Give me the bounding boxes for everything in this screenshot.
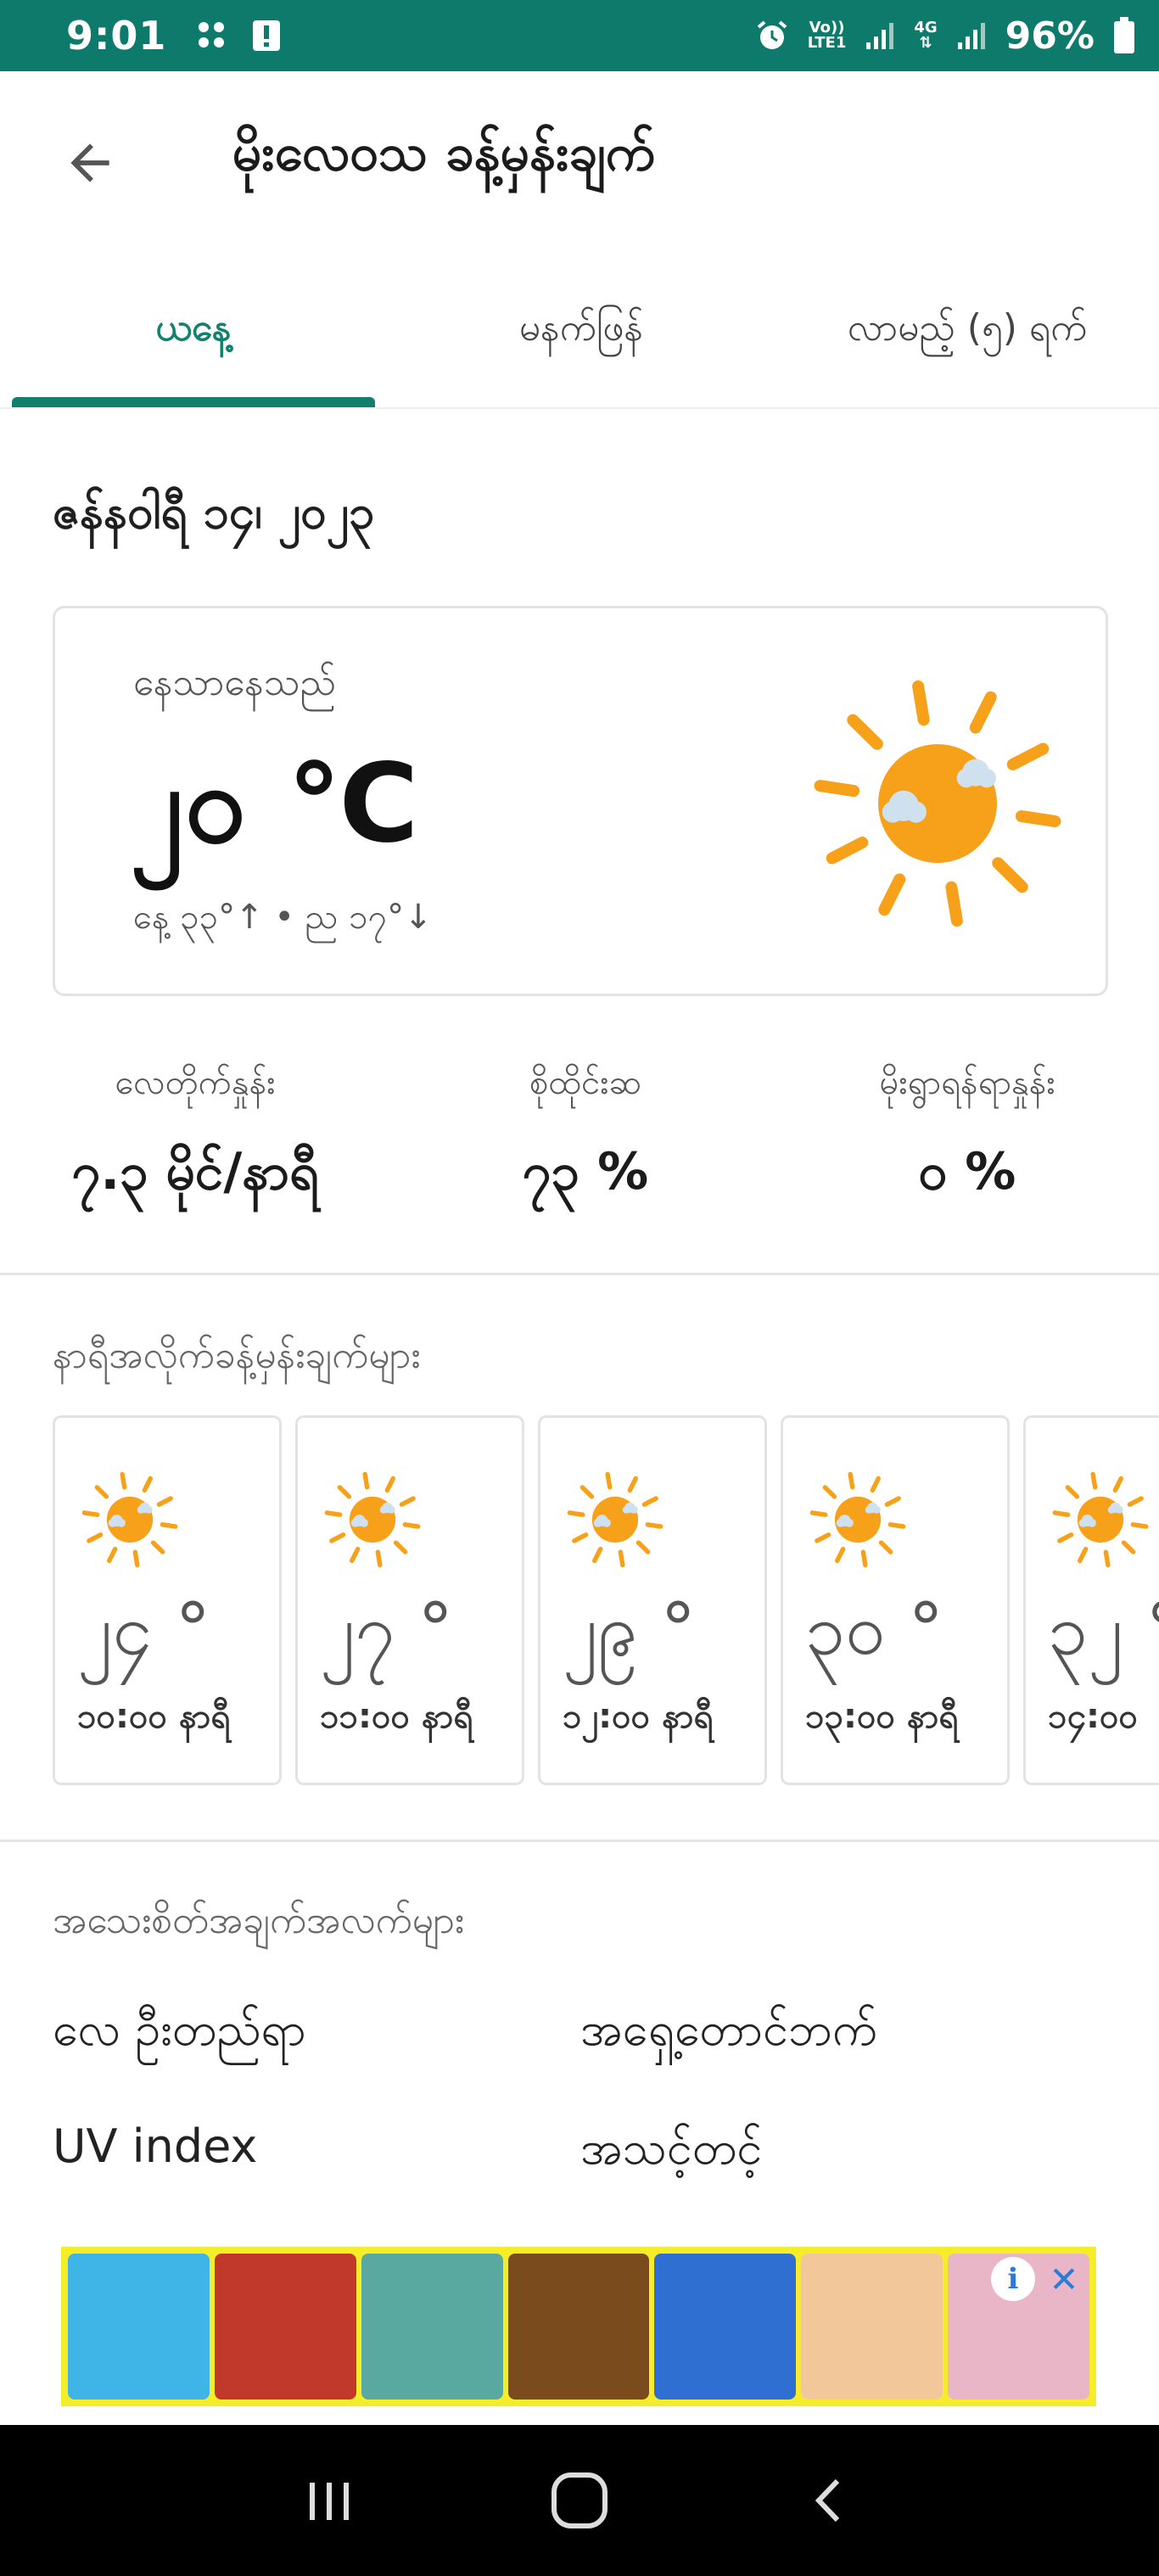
hourly-card[interactable]: ၂၄ ° ၁၀:၀၀ နာရီ <box>53 1415 282 1785</box>
sunny-icon <box>81 1471 178 1568</box>
recent-apps-icon <box>309 2483 349 2520</box>
signal-icon <box>957 23 985 49</box>
hourly-card[interactable]: ၃၀ ° ၁၃:၀၀ နာရီ <box>781 1415 1010 1785</box>
hourly-temperature: ၃၂ ° <box>1048 1588 1159 1671</box>
hourly-time: ၁၀:၀၀ နာရီ <box>77 1697 231 1736</box>
volte-indicator: Vo)) LTE1 <box>807 19 847 52</box>
hourly-temperature: ၂၄ ° <box>77 1588 211 1671</box>
data-type-indicator: 4G ⇅ <box>914 19 938 52</box>
status-time: 9:01 <box>66 13 167 59</box>
hourly-time: ၁၁:၀၀ နာရီ <box>320 1697 473 1736</box>
sunny-icon <box>324 1471 421 1568</box>
hourly-forecast-list[interactable]: ၂၄ ° ၁၀:၀၀ နာရီ ၂၇ ° ၁၁:၀၀ နာရီ ၂၉ ° ၁၂:… <box>53 1415 1159 1785</box>
ad-game-tile[interactable] <box>68 2254 210 2400</box>
active-tab-indicator <box>12 397 375 407</box>
current-weather-card: နေသာနေသည် ၂၀ ℃ နေ့ ၃၃°↑ • ည ၁၇°↓ <box>53 606 1108 996</box>
screen: { "status_bar": { "time": "9:01", "batte… <box>0 0 1159 2576</box>
tab-label: လာမည့် (၅) ရက် <box>847 306 1088 350</box>
battery-percent: 96% <box>1005 14 1095 58</box>
detail-label: လေ ဦးတည်ရာ <box>53 2002 306 2056</box>
sunny-icon <box>814 680 1061 927</box>
back-button[interactable] <box>54 127 126 199</box>
sunny-icon <box>809 1471 906 1568</box>
tab-today[interactable]: ယနေ့ <box>12 255 375 409</box>
weather-condition: နေသာနေသည် <box>133 661 337 704</box>
system-navigation-bar <box>0 2425 1159 2576</box>
stat-humidity: စိုထိုင်းဆ ၇၃ % <box>522 1063 649 1201</box>
status-system-icons: Vo)) LTE1 4G ⇅ 96% <box>755 14 1135 58</box>
alert-notification-icon <box>253 20 281 51</box>
sunny-icon <box>1052 1471 1149 1568</box>
ad-tiles[interactable]: i ✕ <box>68 2254 1090 2400</box>
ad-game-tile[interactable] <box>654 2254 797 2400</box>
detail-value: အသင့်တင့် <box>580 2121 763 2175</box>
alarm-icon <box>757 20 787 49</box>
hourly-time: ၁၂:၀၀ နာရီ <box>563 1697 714 1736</box>
section-divider <box>0 1273 1159 1275</box>
home-icon <box>551 2472 607 2528</box>
tab-tomorrow[interactable]: မနက်ဖြန် <box>390 255 772 409</box>
hourly-temperature: ၃၀ ° <box>805 1588 944 1671</box>
current-temperature: ၂၀ ℃ <box>130 741 421 867</box>
stat-rain-chance: မိုးရွာရန်ရာနှုန်း ၀ % <box>879 1063 1055 1201</box>
hourly-time: ၁၄:၀၀ <box>1048 1697 1138 1736</box>
sunny-icon <box>567 1471 663 1568</box>
app-bar: မိုးလေဝသ ခန့်မှန်းချက် <box>0 71 1159 249</box>
ad-game-tile[interactable] <box>361 2254 503 2400</box>
arrow-back-icon <box>70 143 109 182</box>
ad-game-tile[interactable] <box>507 2254 650 2400</box>
section-divider <box>0 1840 1159 1842</box>
detail-value: အရှေ့တောင်ဘက် <box>580 2002 877 2056</box>
hourly-card[interactable]: ၃၂ ° ၁၄:၀၀ <box>1023 1415 1159 1785</box>
signal-icon <box>866 23 894 49</box>
detail-row-wind-direction: လေ ဦးတည်ရာ အရှေ့တောင်ဘက် <box>53 2001 1122 2077</box>
weather-stats: လေတိုက်နှုန်း ၇.၃ မိုင်/နာရီ စိုထိုင်းဆ … <box>0 1061 1159 1273</box>
status-bar: 9:01 Vo)) LTE1 4G ⇅ 96% <box>0 0 1159 71</box>
status-notification-icons <box>195 19 282 53</box>
hourly-temperature: ၂၉ ° <box>563 1588 697 1671</box>
ad-game-tile[interactable] <box>214 2254 356 2400</box>
tab-label: မနက်ဖြန် <box>518 306 644 350</box>
ad-banner[interactable]: i ✕ <box>61 2247 1096 2406</box>
tab-label: ယနေ့ <box>155 306 232 350</box>
hourly-card[interactable]: ၂၇ ° ၁၁:၀၀ နာရီ <box>295 1415 524 1785</box>
recent-apps-button[interactable] <box>283 2454 376 2547</box>
ad-game-tile[interactable] <box>801 2254 943 2400</box>
hourly-time: ၁၃:၀၀ နာရီ <box>805 1697 959 1736</box>
grid-notification-icon <box>199 22 225 48</box>
forecast-date: ဇန်နဝါရီ ၁၄၊ ၂၀၂၃ <box>53 485 375 539</box>
tab-next-5-days[interactable]: လာမည့် (၅) ရက် <box>789 255 1145 409</box>
hourly-card[interactable]: ၂၉ ° ၁၂:၀၀ နာရီ <box>538 1415 767 1785</box>
tab-bar: ယနေ့ မနက်ဖြန် လာမည့် (၅) ရက် <box>0 255 1159 409</box>
ad-info-icon[interactable]: i <box>991 2257 1035 2301</box>
chevron-back-icon <box>815 2478 840 2523</box>
detail-label: UV index <box>53 2120 258 2173</box>
detail-row-uv-index: UV index အသင့်တင့် <box>53 2120 1122 2196</box>
hourly-section-title: နာရီအလိုက်ခန့်မှန်းချက်များ <box>53 1334 421 1377</box>
battery-icon <box>1114 17 1134 53</box>
details-section-title: အသေးစိတ်အချက်အလက်များ <box>53 1899 465 1942</box>
high-low-temperature: နေ့ ၃၃°↑ • ည ၁၇°↓ <box>133 898 433 937</box>
back-nav-button[interactable] <box>783 2454 876 2547</box>
stat-wind-speed: လေတိုက်နှုန်း ၇.၃ မိုင်/နာရီ <box>71 1063 319 1201</box>
hourly-temperature: ၂၇ ° <box>320 1588 454 1671</box>
page-title: မိုးလေဝသ ခန့်မှန်းချက် <box>232 123 656 182</box>
home-button[interactable] <box>533 2454 626 2547</box>
ad-close-icon[interactable]: ✕ <box>1042 2257 1086 2301</box>
